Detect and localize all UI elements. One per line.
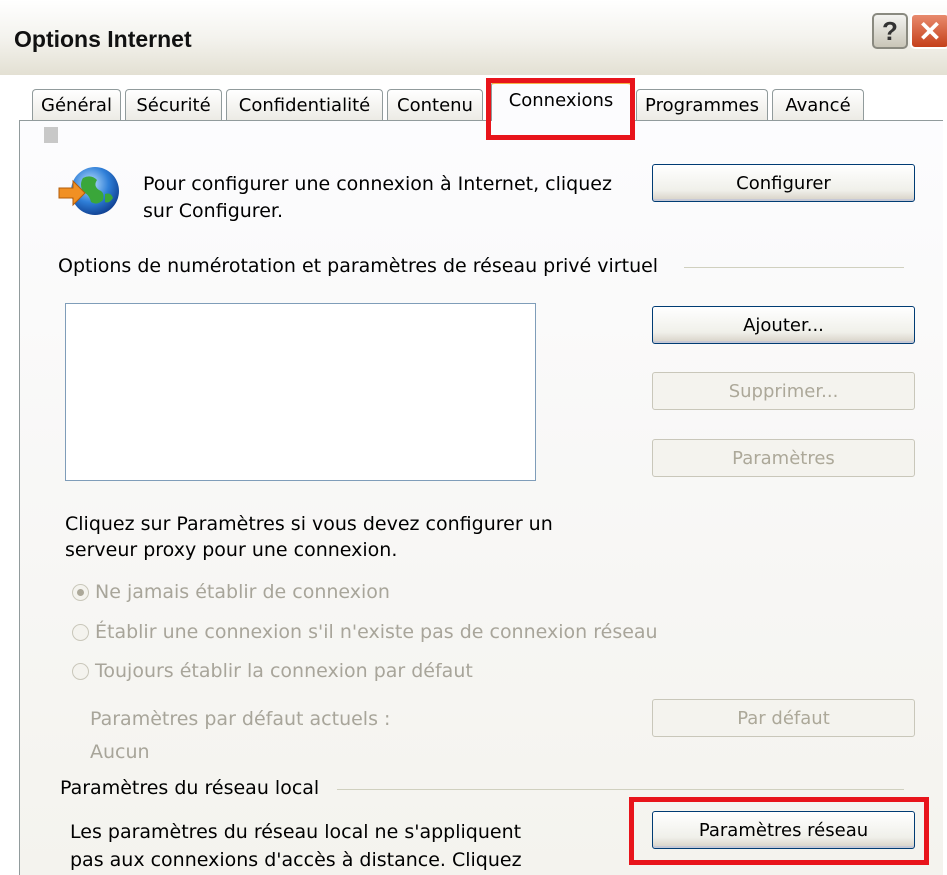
- close-button[interactable]: ✕: [910, 13, 947, 49]
- tab-security[interactable]: Sécurité: [125, 89, 222, 120]
- tab-panel: [19, 120, 943, 875]
- radio-never-dial[interactable]: Ne jamais établir de connexion: [72, 578, 390, 606]
- help-icon: ?: [882, 15, 898, 46]
- tab-advanced[interactable]: Avancé: [772, 89, 864, 120]
- tab-programs[interactable]: Programmes: [636, 89, 768, 120]
- window-title: Options Internet: [14, 26, 192, 52]
- radio-always-dial[interactable]: Toujours établir la connexion par défaut: [72, 657, 473, 685]
- radio-button[interactable]: [72, 623, 89, 641]
- proxy-help-line2: serveur proxy pour une connexion.: [65, 539, 398, 561]
- tab-connections[interactable]: Connexions: [491, 81, 631, 121]
- lan-text-line2: pas aux connexions d'accès à distance. C…: [70, 849, 522, 871]
- settings-button[interactable]: Paramètres: [652, 439, 915, 477]
- setup-text-line1: Pour configurer une connexion à Internet…: [143, 173, 612, 195]
- lan-settings-button[interactable]: Paramètres réseau: [652, 811, 915, 849]
- tab-privacy[interactable]: Confidentialité: [226, 89, 383, 120]
- set-default-button[interactable]: Par défaut: [652, 699, 915, 737]
- radio-label: Établir une connexion s'il n'existe pas …: [95, 621, 658, 643]
- radio-dial-when-no-network[interactable]: Établir une connexion s'il n'existe pas …: [72, 618, 658, 646]
- connections-listbox[interactable]: [65, 303, 536, 481]
- tab-strip: Général Sécurité Confidentialité Contenu…: [0, 75, 947, 121]
- remove-button[interactable]: Supprimer...: [652, 372, 915, 410]
- lan-text-line1: Les paramètres du réseau local ne s'appl…: [70, 821, 522, 843]
- dialup-group-label: Options de numérotation et paramètres de…: [58, 255, 659, 277]
- radio-label: Toujours établir la connexion par défaut: [95, 660, 473, 682]
- dialup-group-divider: [684, 267, 904, 268]
- current-default-value: Aucun: [90, 741, 150, 763]
- globe-connect-icon: [58, 167, 119, 215]
- add-button[interactable]: Ajouter...: [652, 306, 915, 344]
- lan-group-divider: [337, 789, 904, 790]
- radio-button[interactable]: [72, 662, 89, 680]
- tab-content[interactable]: Contenu: [387, 89, 483, 120]
- title-bar: Options Internet ? ✕: [0, 0, 947, 75]
- lan-group-label: Paramètres du réseau local: [60, 777, 320, 799]
- focus-marker: [44, 127, 58, 143]
- radio-label: Ne jamais établir de connexion: [95, 581, 390, 603]
- setup-text-line2: sur Configurer.: [143, 200, 283, 222]
- current-default-label: Paramètres par défaut actuels :: [90, 708, 391, 730]
- configure-button[interactable]: Configurer: [652, 164, 915, 202]
- tab-general[interactable]: Général: [32, 89, 121, 120]
- help-button[interactable]: ?: [872, 13, 908, 49]
- close-icon: ✕: [918, 15, 942, 47]
- proxy-help-line1: Cliquez sur Paramètres si vous devez con…: [65, 513, 553, 535]
- radio-button[interactable]: [72, 583, 89, 601]
